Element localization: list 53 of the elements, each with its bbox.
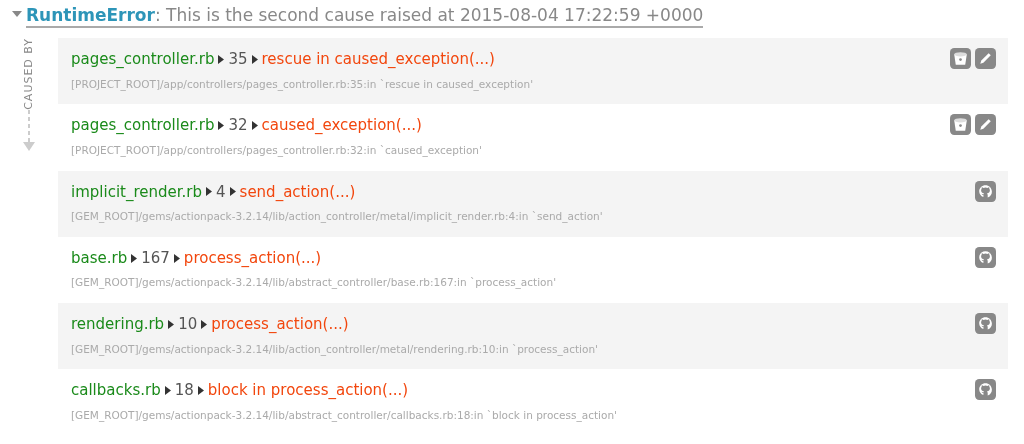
- frame-row[interactable]: pages_controller.rb 32 caused_exception(...) [PROJECT_ROOT]/app/controllers/pages_controller.rb:32:in `caused_exception': [58, 104, 1008, 171]
- frame-path: [GEM_ROOT]/gems/actionpack-3.2.14/lib/action_controller/metal/implicit_render.rb:4:in `send_action': [71, 209, 603, 225]
- bucket-icon[interactable]: [950, 114, 971, 136]
- line-number: 18: [174, 380, 194, 402]
- triangle-icon: [206, 187, 212, 197]
- triangle-icon: [173, 253, 180, 263]
- triangle-icon: [131, 253, 138, 263]
- method-name: block in process_action(...): [207, 380, 409, 402]
- frame-path: [GEM_ROOT]/gems/actionpack-3.2.14/lib/action_controller/metal/rendering.rb:10:in `process_action': [71, 341, 598, 358]
- pencil-icon[interactable]: [975, 48, 996, 69]
- line-number: 32: [228, 115, 248, 137]
- triangle-icon: [197, 386, 204, 396]
- triangle-icon: [251, 121, 258, 131]
- line-number: 35: [228, 49, 248, 70]
- octocat-icon[interactable]: [975, 246, 996, 268]
- frame-path: [GEM_ROOT]/gems/actionpack-3.2.14/lib/abstract_controller/callbacks.rb:18:in `block in process_action': [71, 408, 617, 424]
- triangle-icon: [168, 319, 175, 329]
- triangle-icon: [229, 187, 236, 197]
- caused-by-label: CAUSED BY: [20, 38, 36, 110]
- octocat-icon[interactable]: [975, 180, 996, 202]
- method-name: process_action(...): [183, 247, 322, 269]
- method-name: caused_exception(...): [261, 115, 422, 137]
- frame-path: [GEM_ROOT]/gems/actionpack-3.2.14/lib/abstract_controller/base.rb:167:in `process_action': [71, 275, 557, 291]
- triangle-icon: [218, 121, 225, 131]
- frame-row[interactable]: base.rb 167 process_action(...) [GEM_ROOT]/gems/actionpack-3.2.14/lib/abstract_controller/base.rb:167:in `process_action': [58, 236, 1008, 304]
- line-number: 167: [141, 247, 170, 269]
- triangle-icon: [218, 54, 225, 64]
- triangle-icon: [251, 54, 258, 64]
- triangle-icon: [164, 386, 171, 396]
- file-name: rendering.rb: [71, 314, 165, 336]
- triangle-icon: [201, 319, 208, 329]
- line-number: 10: [178, 314, 198, 336]
- method-name: send_action(...): [239, 181, 356, 203]
- arrow-down-icon: [23, 109, 35, 152]
- frame-row[interactable]: implicit_render.rb 4 send_action(...) [GEM_ROOT]/gems/actionpack-3.2.14/lib/action_controller/metal/implicit_render.rb:4:in `send_action': [58, 170, 1008, 237]
- method-name: rescue in caused_exception(...): [261, 49, 495, 70]
- file-name: pages_controller.rb: [71, 115, 215, 137]
- frame-row[interactable]: rendering.rb 10 process_action(...) [GEM_ROOT]/gems/actionpack-3.2.14/lib/action_controller/metal/rendering.rb:10:in `process_action': [58, 303, 1008, 370]
- file-name: callbacks.rb: [71, 380, 161, 402]
- octocat-icon[interactable]: [975, 379, 996, 401]
- pencil-icon[interactable]: [975, 114, 996, 136]
- file-name: base.rb: [71, 247, 128, 269]
- line-number: 4: [216, 181, 226, 203]
- frame-path: [PROJECT_ROOT]/app/controllers/pages_controller.rb:32:in `caused_exception': [71, 142, 482, 159]
- frame-path: [PROJECT_ROOT]/app/controllers/pages_controller.rb:35:in `rescue in caused_exception': [71, 76, 534, 93]
- file-name: pages_controller.rb: [71, 49, 215, 70]
- frame-row[interactable]: pages_controller.rb 35 rescue in caused_exception(...) [PROJECT_ROOT]/app/controllers/pages_controller.rb:35:in `rescue in caused_exception': [58, 38, 1008, 105]
- error-message: : This is the second cause raised at 2015-08-04 17:22:59 +0000: [154, 4, 704, 26]
- bucket-icon[interactable]: [950, 48, 971, 69]
- frame-row[interactable]: callbacks.rb 18 block in process_action(...) [GEM_ROOT]/gems/actionpack-3.2.14/lib/abstract_controller/callbacks.rb:18:in `block in process_action': [58, 369, 1008, 436]
- method-name: process_action(...): [211, 314, 349, 336]
- file-name: implicit_render.rb: [71, 181, 202, 203]
- octocat-icon[interactable]: [975, 313, 996, 335]
